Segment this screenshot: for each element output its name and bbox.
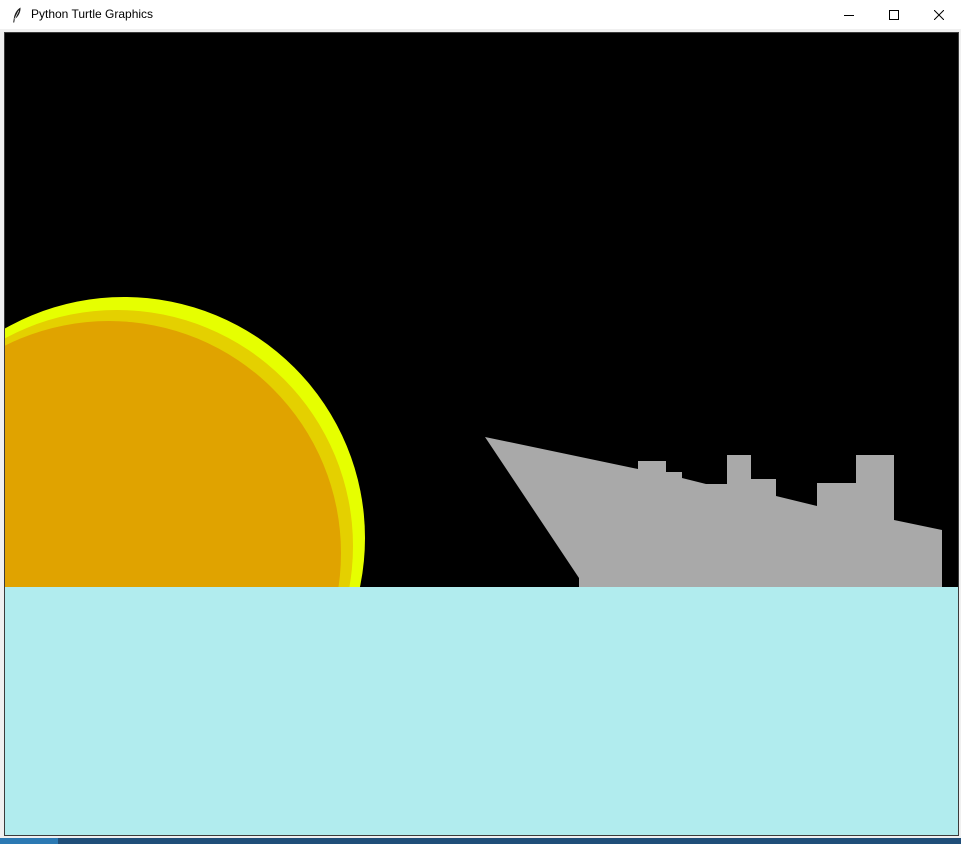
minimize-button[interactable] — [826, 0, 871, 29]
minimize-icon — [843, 14, 854, 16]
sea — [5, 587, 958, 835]
turtle-canvas[interactable] — [4, 32, 959, 836]
window-controls — [826, 0, 961, 29]
window-title: Python Turtle Graphics — [31, 7, 154, 21]
feather-icon — [9, 7, 25, 23]
taskbar-accent — [0, 838, 58, 844]
taskbar-edge — [0, 838, 961, 844]
close-icon — [933, 9, 944, 20]
maximize-icon — [888, 9, 899, 20]
close-button[interactable] — [916, 0, 961, 29]
turtle-window: Python Turtle Graphics — [0, 0, 961, 844]
title-bar[interactable]: Python Turtle Graphics — [0, 0, 961, 29]
maximize-button[interactable] — [871, 0, 916, 29]
